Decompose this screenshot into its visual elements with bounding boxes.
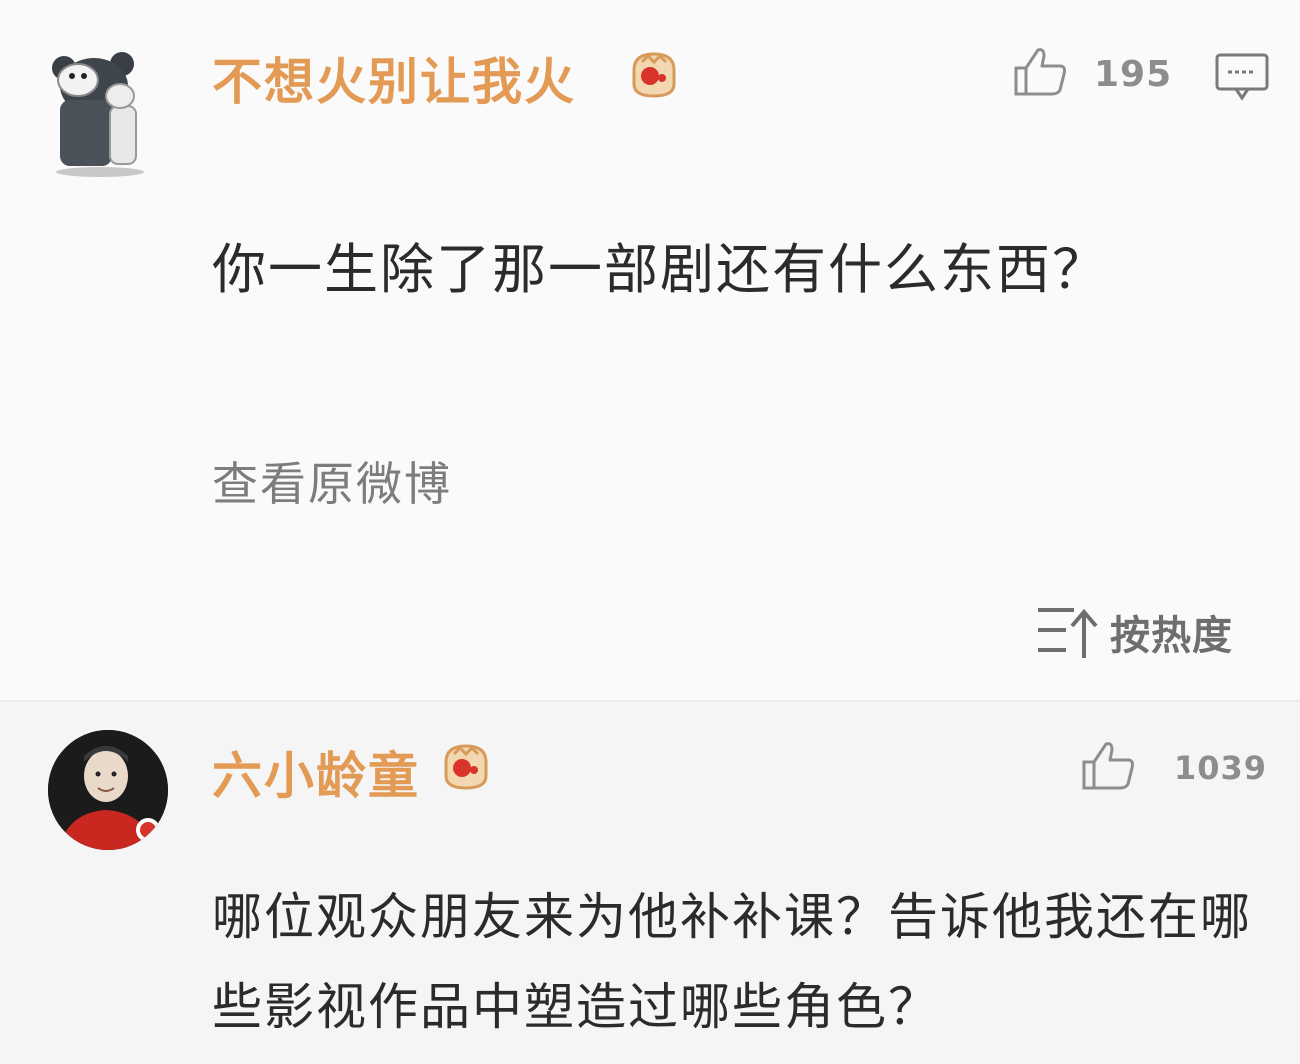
comment-text: 你一生除了那一部剧还有什么东西？ — [212, 238, 1108, 301]
comment-reply-icon[interactable] — [1214, 52, 1270, 102]
sort-up-icon — [1034, 600, 1098, 664]
username[interactable]: 不想火别让我火 — [212, 42, 576, 114]
fan-badge-icon — [440, 740, 492, 792]
sort-label: 按热度 — [1110, 613, 1233, 659]
bear-avatar-icon[interactable] — [40, 40, 160, 180]
comment-text: 哪位观众朋友来为他补补课？告诉他我还在哪些影视作品中塑造过哪些角色？ — [212, 888, 1252, 1036]
like-count: 195 — [1094, 53, 1173, 95]
sort-by-popularity-button[interactable]: 按热度 — [1034, 600, 1233, 664]
person-avatar-icon[interactable] — [48, 730, 168, 850]
username[interactable]: 六小龄童 — [212, 736, 420, 808]
like-count: 1039 — [1174, 749, 1268, 787]
comment-card: 不想火别让我火 195 你一生除了那一部剧还有什么东西？ 查看原微博 按热度 — [0, 0, 1300, 700]
like-button[interactable]: 195 — [1012, 46, 1172, 102]
thumbs-up-icon — [1080, 740, 1136, 796]
view-original-link[interactable]: 查看原微博 — [212, 448, 452, 514]
fan-badge-icon — [628, 48, 680, 100]
like-button[interactable]: 1039 — [1080, 740, 1267, 796]
thumbs-up-icon — [1012, 46, 1068, 102]
